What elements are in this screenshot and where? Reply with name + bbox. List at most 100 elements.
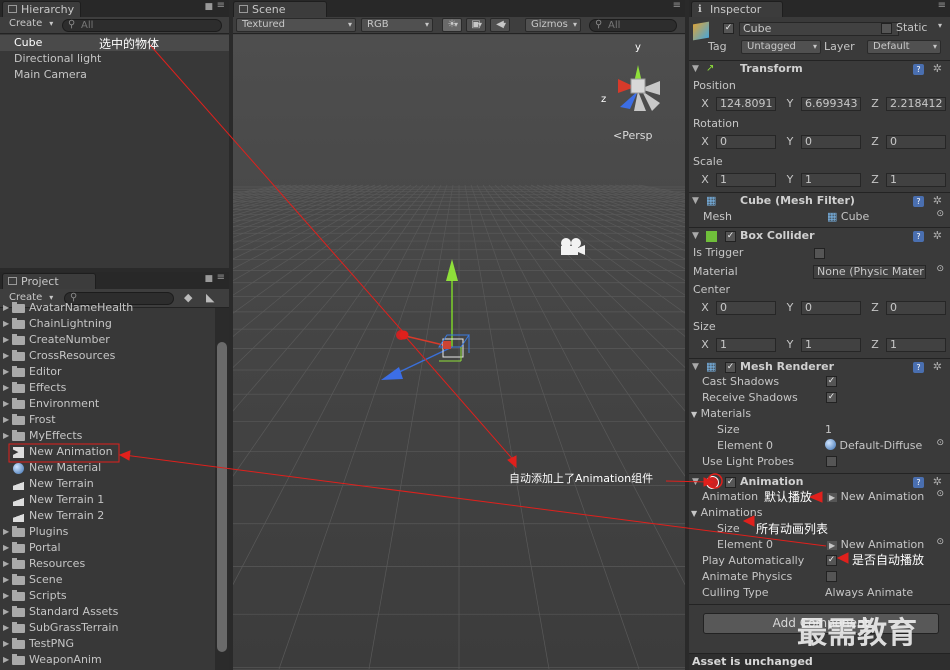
gear-icon[interactable]: ✲ [933, 61, 942, 77]
materials-size-value[interactable]: 1 [825, 422, 832, 438]
mesh-filter-header[interactable]: ▼ ▦ Cube (Mesh Filter) ? ✲ [689, 192, 950, 209]
foldout-arrow-icon[interactable]: ▶ [3, 364, 9, 380]
animations-foldout[interactable]: ▼ Animations [691, 505, 762, 522]
tag-dropdown[interactable]: Untagged [741, 40, 821, 54]
foldout-arrow-icon[interactable]: ▶ [3, 348, 9, 364]
culling-type-dropdown[interactable]: Always Animate [825, 585, 913, 601]
project-item[interactable]: ▶ Environment [0, 396, 214, 412]
size-z-field[interactable]: 1 [886, 338, 946, 352]
project-item[interactable]: ▶ WeaponAnim [0, 652, 214, 668]
foldout-arrow-icon[interactable]: ▶ [3, 316, 9, 332]
material-element0-value[interactable]: Default-Diffuse [825, 438, 922, 454]
hierarchy-item-main-camera[interactable]: Main Camera [14, 67, 87, 83]
panel-menu-icon[interactable]: ≡ [217, 272, 225, 283]
project-item[interactable]: New Terrain [0, 476, 214, 492]
position-z-label[interactable]: Z [869, 96, 881, 112]
hierarchy-search-input[interactable]: All [62, 19, 222, 32]
scale-x-label[interactable]: X [699, 172, 711, 188]
scale-x-field[interactable]: 1 [716, 173, 776, 187]
lock-icon[interactable]: ■ [204, 274, 213, 284]
foldout-arrow-icon[interactable]: ▶ [3, 380, 9, 396]
tab-hierarchy[interactable]: Hierarchy [2, 1, 82, 17]
position-x-label[interactable]: X [699, 96, 711, 112]
foldout-arrow-icon[interactable]: ▶ [3, 540, 9, 556]
project-item[interactable]: ▶ Standard Assets [0, 604, 214, 620]
foldout-arrow-icon[interactable]: ▶ [3, 620, 9, 636]
scale-z-field[interactable]: 1 [886, 173, 946, 187]
x-axis-arrow[interactable] [396, 330, 406, 340]
foldout-arrow-icon[interactable]: ▶ [3, 636, 9, 652]
foldout-arrow-icon[interactable]: ▼ [692, 61, 699, 77]
project-item[interactable]: ▶ Frost [0, 412, 214, 428]
object-picker-icon[interactable]: ⊙ [936, 537, 944, 547]
rotation-x-field[interactable]: 0 [716, 135, 776, 149]
tab-scene[interactable]: Scene [233, 1, 327, 17]
layer-dropdown[interactable]: Default [867, 40, 941, 54]
center-y-label[interactable]: Y [784, 300, 796, 316]
create-button[interactable]: Create [4, 18, 56, 32]
scene-search-input[interactable]: All [589, 19, 677, 32]
persp-label[interactable]: <Persp [613, 129, 652, 142]
scale-z-label[interactable]: Z [869, 172, 881, 188]
mesh-renderer-header[interactable]: ▼ ▦ ✓ Mesh Renderer ? ✲ [689, 358, 950, 375]
receive-shadows-checkbox[interactable]: ✓ [826, 392, 837, 403]
animation-header[interactable]: ▼ ✓ Animation ? ✲ [689, 473, 950, 490]
project-item[interactable]: ▶ CreateNumber [0, 332, 214, 348]
project-item[interactable]: ▶ Scripts [0, 588, 214, 604]
scene-viewport[interactable]: y z <Persp [233, 35, 685, 669]
foldout-arrow-icon[interactable]: ▶ [3, 396, 9, 412]
object-name-field[interactable]: Cube [739, 22, 899, 36]
light-probes-checkbox[interactable] [826, 456, 837, 467]
mesh-value[interactable]: ▦ Cube [827, 209, 869, 225]
scale-y-field[interactable]: 1 [801, 173, 861, 187]
help-icon[interactable]: ? [913, 362, 924, 373]
position-z-field[interactable]: 2.218412 [886, 97, 946, 111]
render-mode-dropdown[interactable]: Textured [236, 18, 356, 32]
scale-y-label[interactable]: Y [784, 172, 796, 188]
size-x-field[interactable]: 1 [716, 338, 776, 352]
lock-icon[interactable]: ■ [204, 2, 213, 12]
center-z-field[interactable]: 0 [886, 301, 946, 315]
project-item[interactable]: ▶ New Animation [0, 444, 214, 460]
audio-toggle[interactable]: ◀ [490, 18, 510, 32]
project-item[interactable]: ▶ SubGrassTerrain [0, 620, 214, 636]
project-item[interactable]: ▶ CrossResources [0, 348, 214, 364]
foldout-arrow-icon[interactable]: ▼ [692, 474, 699, 490]
position-x-field[interactable]: 124.8091 [716, 97, 776, 111]
static-dropdown-icon[interactable]: ▾ [938, 21, 942, 30]
center-y-field[interactable]: 0 [801, 301, 861, 315]
foldout-arrow-icon[interactable]: ▶ [3, 332, 9, 348]
material-field[interactable]: None (Physic Mater [813, 265, 926, 279]
tab-project[interactable]: Project [2, 273, 96, 289]
is-trigger-checkbox[interactable] [814, 248, 825, 259]
static-checkbox[interactable] [881, 23, 892, 34]
foldout-arrow-icon[interactable]: ▶ [3, 428, 9, 444]
project-item[interactable]: ▶ Plugins [0, 524, 214, 540]
project-item[interactable]: ▶ Scene [0, 572, 214, 588]
position-y-label[interactable]: Y [784, 96, 796, 112]
size-y-label[interactable]: Y [784, 337, 796, 353]
add-component-button[interactable]: Add Component [703, 613, 939, 634]
foldout-arrow-icon[interactable]: ▶ [3, 572, 9, 588]
box-collider-enabled-checkbox[interactable]: ✓ [725, 231, 736, 242]
animations-element0-value[interactable]: ▶ New Animation [827, 537, 924, 554]
gizmos-dropdown[interactable]: Gizmos [525, 18, 581, 32]
gear-icon[interactable]: ✲ [933, 359, 942, 375]
gear-icon[interactable]: ✲ [933, 193, 942, 209]
project-item[interactable]: ▶ MyEffects [0, 428, 214, 444]
foldout-arrow-icon[interactable]: ▶ [3, 652, 9, 668]
materials-foldout[interactable]: ▼ Materials [691, 406, 751, 423]
object-picker-icon[interactable]: ⊙ [936, 438, 944, 448]
box-collider-header[interactable]: ▼ ✓ Box Collider ? ✲ [689, 227, 950, 244]
object-picker-icon[interactable]: ⊙ [936, 264, 944, 274]
rotation-z-label[interactable]: Z [869, 134, 881, 150]
center-z-label[interactable]: Z [869, 300, 881, 316]
foldout-arrow-icon[interactable]: ▶ [3, 524, 9, 540]
transform-header[interactable]: ▼ ↗ Transform ? ✲ [689, 60, 950, 77]
project-scrollbar-thumb[interactable] [217, 342, 227, 652]
project-item[interactable]: ▶ Resources [0, 556, 214, 572]
center-x-field[interactable]: 0 [716, 301, 776, 315]
cast-shadows-checkbox[interactable]: ✓ [826, 376, 837, 387]
project-item[interactable]: New Terrain 1 [0, 492, 214, 508]
project-item[interactable]: ▶ TestPNG [0, 636, 214, 652]
